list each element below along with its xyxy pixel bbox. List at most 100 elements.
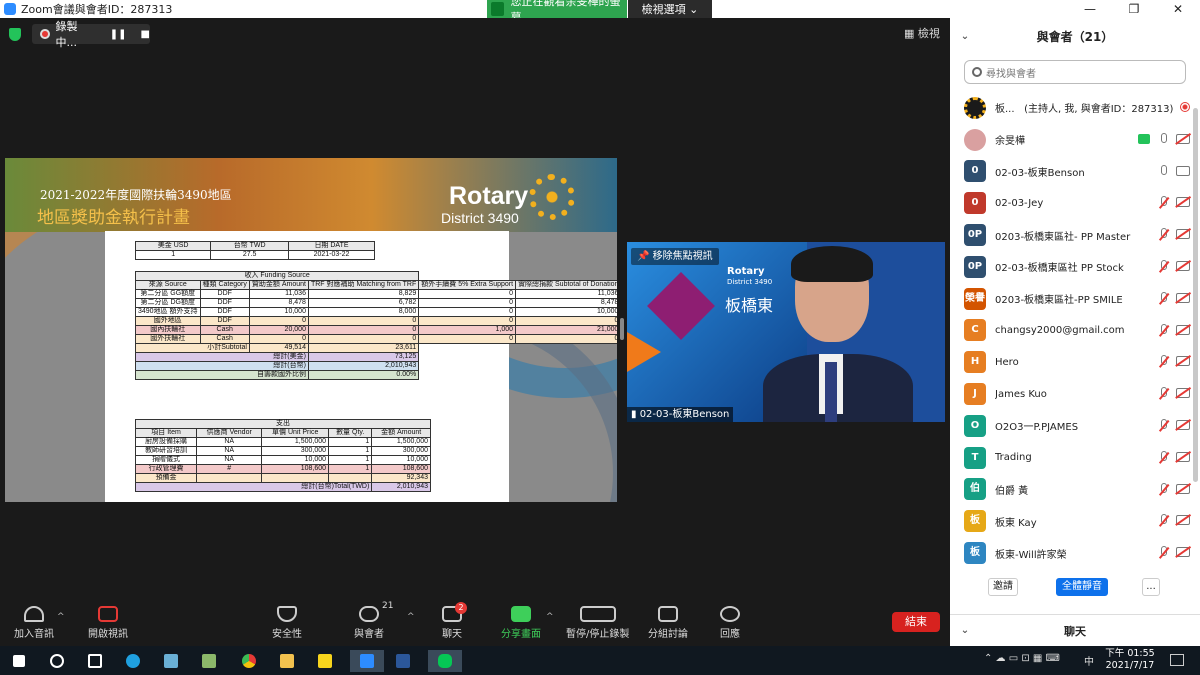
- participant-row[interactable]: O O2O3一P.PJAMES: [950, 410, 1200, 442]
- stop-recording-button[interactable]: ■: [141, 29, 150, 40]
- folder-icon: [280, 654, 294, 668]
- share-options-chevron-icon[interactable]: ^: [546, 612, 554, 622]
- input-method-indicator[interactable]: 中: [1084, 653, 1094, 668]
- more-options-button[interactable]: ...: [1142, 578, 1160, 596]
- close-button[interactable]: ✕: [1156, 0, 1200, 18]
- video-tile[interactable]: Rotary District 3490 板橋東 📌 移除焦點視訊 ▮ 02-0…: [627, 242, 945, 422]
- participant-row[interactable]: H Hero: [950, 346, 1200, 378]
- participant-row[interactable]: J James Kuo: [950, 378, 1200, 410]
- participant-row[interactable]: 伯伯爵 黃: [950, 474, 1200, 506]
- table-cell: 0: [307, 316, 420, 326]
- participant-row[interactable]: T Trading: [950, 442, 1200, 474]
- photos-app-button[interactable]: [198, 650, 220, 672]
- camera-off-icon: [1176, 133, 1190, 144]
- gallery-view-button[interactable]: ▦ 檢視: [904, 25, 940, 41]
- chrome-button[interactable]: [238, 650, 260, 672]
- participant-row[interactable]: 0P 02-03-板橋東區社 PP Stock: [950, 251, 1200, 283]
- camera-off-icon: [1176, 547, 1190, 558]
- remove-spotlight-button[interactable]: 📌 移除焦點視訊: [631, 248, 719, 265]
- participant-row[interactable]: 榮譽 0203-板橋東區社-PP SMILE: [950, 283, 1200, 315]
- participant-row[interactable]: 0 02-03-板東Benson: [950, 156, 1200, 188]
- table-cell: 日期 DATE: [288, 241, 375, 251]
- microphone-icon: [1158, 164, 1168, 178]
- edge-browser-button[interactable]: [122, 650, 144, 672]
- security-button[interactable]: 安全性: [272, 606, 302, 640]
- headphone-icon: [24, 606, 44, 622]
- microphone-muted-icon: [1158, 259, 1168, 273]
- zoom-screen: Zoom會議與會者ID：287313 您正在觀看余旻樺的螢幕 檢視選項 ⌄ — …: [0, 0, 1200, 675]
- participant-row[interactable]: 板板東 Kay: [950, 505, 1200, 537]
- table-cell: 1,500,000: [371, 437, 431, 447]
- taskbar-search-button[interactable]: [46, 650, 68, 672]
- share-screen-button[interactable]: 分享畫面: [501, 606, 541, 640]
- reactions-button[interactable]: 回應: [720, 606, 740, 640]
- notification-icon[interactable]: [1170, 654, 1184, 666]
- table-cell: 0: [248, 334, 309, 344]
- collapse-chevron-icon[interactable]: ⌄: [950, 31, 980, 42]
- chat-chevron-icon[interactable]: ⌄: [950, 625, 980, 636]
- column-header: 額外手續費 5% Extra Support: [418, 280, 517, 290]
- video-participant-label: ▮ 02-03-板東Benson: [627, 407, 734, 422]
- table-cell: #: [196, 464, 263, 474]
- word-button[interactable]: [392, 650, 414, 672]
- breakout-rooms-button[interactable]: 分組討論: [648, 606, 688, 640]
- app-button[interactable]: [160, 650, 182, 672]
- rotary-district: District 3490: [441, 210, 519, 226]
- participants-options-chevron-icon[interactable]: ^: [407, 612, 415, 622]
- participants-button[interactable]: 與會者: [354, 606, 384, 640]
- pause-recording-button[interactable]: ❚❚: [110, 29, 127, 40]
- table-cell: 23,611: [307, 343, 420, 353]
- participant-row[interactable]: 余旻樺: [950, 124, 1200, 156]
- end-meeting-button[interactable]: 結束: [892, 612, 940, 632]
- table-cell: 108,600: [261, 464, 330, 474]
- participant-status-icons: [1158, 482, 1190, 496]
- table-cell: 台幣 TWD: [210, 241, 289, 251]
- participant-row[interactable]: 0 02-03-Jey: [950, 187, 1200, 219]
- participant-row[interactable]: 板板東-Will許家榮: [950, 537, 1200, 569]
- sticky-notes-button[interactable]: [314, 650, 336, 672]
- zoom-taskbar-button[interactable]: [350, 650, 384, 672]
- recording-icon: [1180, 102, 1190, 112]
- participants-icon: [359, 606, 379, 622]
- window-title: Zoom會議與會者ID：287313: [21, 3, 173, 16]
- file-explorer-button[interactable]: [276, 650, 298, 672]
- table-row: 美金 USD 台幣 TWD 日期 DATE: [134, 241, 375, 251]
- chat-panel-header[interactable]: ⌄ 聊天: [950, 614, 1200, 646]
- person-tie: [825, 362, 837, 422]
- table-cell: 1,500,000: [261, 437, 330, 447]
- participant-list-scrollbar[interactable]: [1193, 108, 1198, 482]
- microphone-muted-icon: [1158, 482, 1168, 496]
- table-cell: 第二分區 DG額度: [135, 298, 201, 308]
- microphone-muted-icon: [1158, 228, 1168, 241]
- encryption-shield-icon[interactable]: [9, 28, 21, 41]
- participant-row[interactable]: Cchangsy2000@gmail.com: [950, 315, 1200, 347]
- participant-status-icons: [1158, 164, 1190, 178]
- screen-share-icon: [1138, 133, 1150, 144]
- system-tray-icons[interactable]: ⌃ ☁ ▭ ⊡ ▦ ⌨: [984, 653, 1060, 664]
- view-options-button[interactable]: 檢視選項 ⌄: [628, 0, 712, 18]
- security-label: 安全性: [272, 629, 302, 640]
- line-app-button[interactable]: [428, 650, 462, 672]
- audio-options-chevron-icon[interactable]: ^: [57, 612, 65, 622]
- table-row: 教師研習培訓 NA 300,000 1 300,000: [134, 446, 431, 456]
- expense-table: 支出 項目 Item 供應商 Vendor 單價 Unit Price 數量 Qty. 金…: [134, 419, 431, 492]
- participant-row[interactable]: 0P 0203-板橋東區社- PP Master: [950, 219, 1200, 251]
- table-cell: 8,478: [515, 298, 617, 308]
- pause-stop-recording-button[interactable]: 暫停/停止錄製: [566, 606, 629, 640]
- word-icon: [396, 654, 410, 668]
- task-view-button[interactable]: [84, 650, 106, 672]
- pause-stop-recording-label: 暫停/停止錄製: [566, 629, 630, 640]
- taskbar-clock[interactable]: 下午 01:55 2021/7/17: [1105, 648, 1155, 672]
- funding-header-row: 來源 Source 種類 Category 贊助金額 Amount TRF 對應補助 …: [135, 280, 617, 290]
- invite-button[interactable]: 邀請: [988, 578, 1018, 596]
- join-audio-button[interactable]: 加入音訊: [14, 606, 54, 640]
- maximize-button[interactable]: ❐: [1112, 0, 1156, 18]
- mute-all-button[interactable]: 全體靜音: [1056, 578, 1108, 596]
- start-video-button[interactable]: 開啟視訊: [88, 606, 128, 640]
- participant-row[interactable]: 板... (主持人, 我, 與會者ID：287313): [950, 92, 1200, 124]
- participant-search-input[interactable]: 尋找與會者: [964, 60, 1186, 84]
- view-splitter-handle[interactable]: [620, 318, 624, 340]
- table-cell: NA: [196, 437, 263, 447]
- start-button[interactable]: [8, 650, 30, 672]
- minimize-button[interactable]: —: [1068, 0, 1112, 18]
